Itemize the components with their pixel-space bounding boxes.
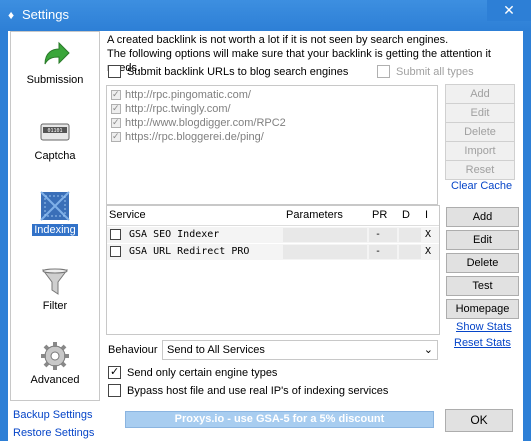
app-icon: ♦ — [8, 8, 15, 22]
close-icon: ✕ — [503, 2, 515, 18]
list-item: http://www.blogdigger.com/RPC2 — [107, 116, 437, 130]
funnel-icon — [42, 268, 68, 295]
indexing-icon — [40, 191, 70, 221]
title-bar: ♦ Settings ✕ — [0, 0, 531, 31]
ping-url-list[interactable]: http://rpc.pingomatic.com/ http://rpc.tw… — [106, 85, 438, 205]
service-delete-button[interactable]: Delete — [446, 253, 519, 273]
chevron-down-icon: ⌄ — [423, 344, 433, 356]
service-homepage-button[interactable]: Homepage — [446, 299, 519, 319]
service-checkbox[interactable] — [110, 229, 121, 240]
service-add-button[interactable]: Add — [446, 207, 519, 227]
blog-search-checkbox[interactable] — [108, 65, 121, 78]
service-test-button[interactable]: Test — [446, 276, 519, 296]
nav-item-captcha[interactable]: 01101 Captcha — [11, 110, 99, 185]
nav-item-indexing[interactable]: Indexing — [11, 184, 99, 259]
url-checkbox — [111, 117, 121, 128]
table-row[interactable]: GSA SEO Indexer - X — [107, 227, 439, 243]
ping-edit-button: Edit — [445, 103, 515, 123]
nav-label: Advanced — [30, 374, 80, 386]
window-frame-left — [0, 31, 8, 441]
nav-label: Submission — [26, 74, 84, 86]
ping-add-button: Add — [445, 84, 515, 104]
table-row[interactable]: GSA URL Redirect PRO - X — [107, 244, 439, 260]
settings-nav: Submission 01101 Captcha Indexing Filter — [10, 31, 100, 401]
window-title: Settings — [22, 7, 69, 22]
blog-search-checkbox-row[interactable]: Submit backlink URLs to blog search engi… — [108, 65, 348, 78]
green-arrow-icon — [44, 41, 70, 65]
only-certain-engines-checkbox[interactable] — [108, 365, 121, 379]
bypass-host-checkbox[interactable] — [108, 384, 121, 397]
ping-reset-button: Reset — [445, 160, 515, 180]
nav-label: Filter — [42, 300, 68, 312]
service-checkbox[interactable] — [110, 246, 121, 257]
bypass-host-row[interactable]: Bypass host file and use real IP's of in… — [108, 384, 388, 397]
list-item: https://rpc.bloggerei.de/ping/ — [107, 130, 437, 144]
settings-links: Backup Settings Restore Settings — [13, 406, 94, 441]
url-checkbox — [111, 131, 121, 142]
behaviour-label: Behaviour — [108, 344, 158, 356]
captcha-icon: 01101 — [40, 123, 70, 141]
svg-text:01101: 01101 — [47, 128, 62, 134]
service-edit-button[interactable]: Edit — [446, 230, 519, 250]
proxy-banner[interactable]: Proxys.io - use GSA-5 for a 5% discount — [125, 411, 434, 428]
url-checkbox — [111, 89, 121, 100]
backup-settings-link[interactable]: Backup Settings — [13, 406, 94, 424]
list-item: http://rpc.twingly.com/ — [107, 102, 437, 116]
show-stats-link[interactable]: Show Stats — [456, 321, 512, 333]
services-table[interactable]: Service Parameters PR D I GSA SEO Indexe… — [106, 205, 440, 335]
reset-stats-link[interactable]: Reset Stats — [454, 337, 511, 349]
nav-label: Indexing — [32, 224, 78, 236]
submit-all-types-row: Submit all types — [377, 65, 474, 78]
nav-item-submission[interactable]: Submission — [11, 34, 99, 109]
ping-import-button: Import — [445, 141, 515, 161]
only-certain-engines-row[interactable]: Send only certain engine types — [108, 365, 277, 379]
url-checkbox — [111, 103, 121, 114]
behaviour-select[interactable]: Send to All Services ⌄ — [162, 340, 438, 360]
close-button[interactable]: ✕ — [487, 0, 531, 21]
nav-item-filter[interactable]: Filter — [11, 260, 99, 335]
table-header: Service Parameters PR D I — [107, 206, 439, 226]
restore-settings-link[interactable]: Restore Settings — [13, 424, 94, 441]
clear-cache-link[interactable]: Clear Cache — [451, 180, 512, 192]
ok-button[interactable]: OK — [445, 409, 513, 432]
ping-delete-button: Delete — [445, 122, 515, 142]
window-frame-right — [523, 31, 531, 441]
gear-icon — [41, 342, 69, 370]
nav-item-advanced[interactable]: Advanced — [11, 334, 99, 409]
nav-label: Captcha — [34, 150, 76, 162]
list-item: http://rpc.pingomatic.com/ — [107, 88, 437, 102]
submit-all-types-checkbox — [377, 65, 390, 78]
